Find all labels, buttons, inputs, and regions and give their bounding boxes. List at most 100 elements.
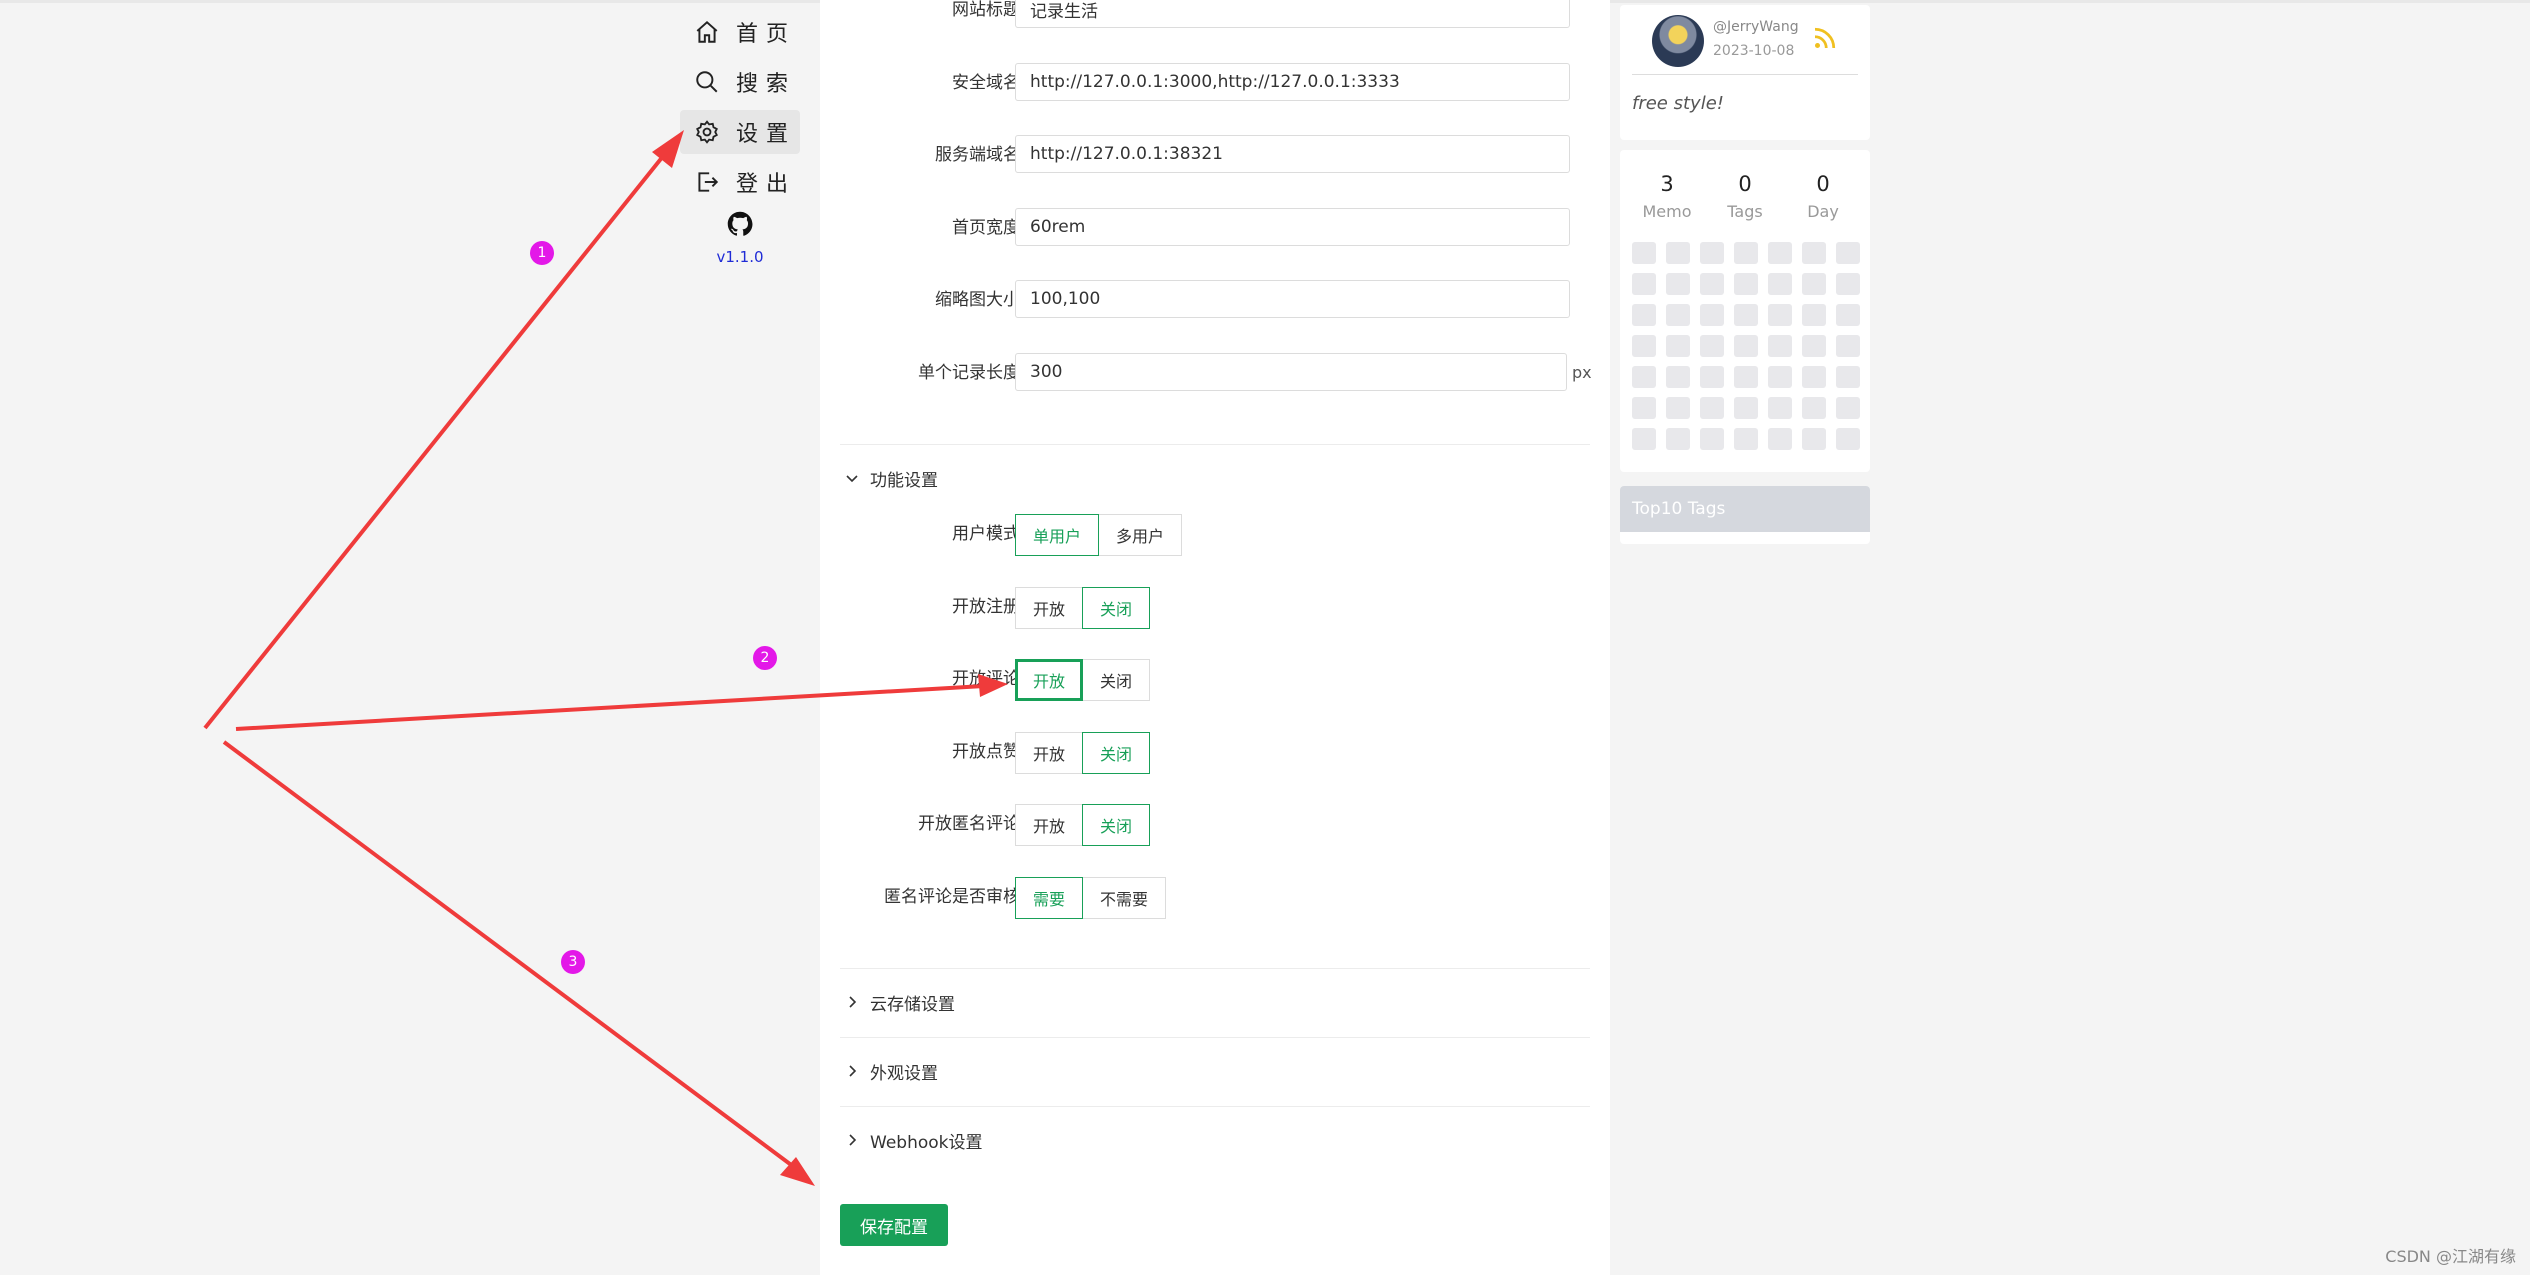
option-close[interactable]: 关闭 xyxy=(1082,659,1151,701)
save-config-button[interactable]: 保存配置 xyxy=(840,1204,948,1246)
heatmap-cell xyxy=(1666,273,1690,295)
heatmap-cell xyxy=(1836,428,1860,450)
avatar[interactable] xyxy=(1652,15,1704,67)
toggle-open-like: 开放点赞 开放 关闭 xyxy=(820,730,1610,774)
heatmap-cell xyxy=(1768,335,1792,357)
segmented-control: 开放 关闭 xyxy=(1015,587,1151,629)
chevron-right-icon xyxy=(849,996,857,1008)
section-cloud-storage[interactable]: 云存储设置 xyxy=(844,987,955,1017)
settings-panel: 网站标题 安全域名 服务端域名 首页宽度 缩略图大小 单个记录长度 px 功能设… xyxy=(820,0,1610,1275)
toggle-label: 开放点赞 xyxy=(952,742,1020,762)
github-link[interactable] xyxy=(680,210,800,238)
heatmap-cell xyxy=(1768,366,1792,388)
nav-item-home[interactable]: 首页 xyxy=(680,10,800,54)
github-icon xyxy=(727,211,753,236)
segmented-control: 单用户 多用户 xyxy=(1015,514,1183,556)
heatmap-grid xyxy=(1632,242,1860,450)
option-multi-user[interactable]: 多用户 xyxy=(1098,514,1183,556)
option-open[interactable]: 开放 xyxy=(1015,732,1084,774)
section-webhook[interactable]: Webhook设置 xyxy=(844,1125,982,1155)
stat-value: 0 xyxy=(1816,172,1830,196)
field-home-width: 首页宽度 xyxy=(820,206,1610,250)
tags-title: Top10 Tags xyxy=(1620,486,1870,532)
record-length-input[interactable] xyxy=(1015,353,1567,391)
safe-domain-input[interactable] xyxy=(1015,63,1570,101)
field-label: 网站标题 xyxy=(952,0,1020,20)
section-title: 外观设置 xyxy=(870,1063,938,1084)
heatmap-cell xyxy=(1700,335,1724,357)
option-single-user[interactable]: 单用户 xyxy=(1015,514,1100,556)
segmented-control: 需要 不需要 xyxy=(1015,877,1167,919)
stats-card: 3 Memo 0 Tags 0 Day xyxy=(1620,150,1870,472)
user-date: 2023-10-08 xyxy=(1713,43,1795,59)
nav-item-logout[interactable]: 登出 xyxy=(680,160,800,204)
stat-label: Tags xyxy=(1727,202,1763,221)
annotation-arrow-1 xyxy=(203,148,670,730)
nav-item-settings[interactable]: 设置 xyxy=(680,110,800,154)
heatmap-cell xyxy=(1734,366,1758,388)
nav-item-label: 搜索 xyxy=(736,72,797,97)
segmented-control: 开放 关闭 xyxy=(1015,732,1151,774)
search-icon xyxy=(696,71,718,93)
option-no-need[interactable]: 不需要 xyxy=(1082,877,1167,919)
heatmap-cell xyxy=(1802,428,1826,450)
annotation-badge-3: 3 xyxy=(561,950,585,974)
server-domain-input[interactable] xyxy=(1015,135,1570,173)
field-safe-domain: 安全域名 xyxy=(820,61,1610,105)
nav-item-label: 首页 xyxy=(736,22,797,47)
heatmap-cell xyxy=(1836,242,1860,264)
option-close[interactable]: 关闭 xyxy=(1082,732,1151,774)
heatmap-cell xyxy=(1632,304,1656,326)
option-close[interactable]: 关闭 xyxy=(1082,587,1151,629)
heatmap-cell xyxy=(1836,397,1860,419)
heatmap-cell xyxy=(1700,366,1724,388)
option-close[interactable]: 关闭 xyxy=(1082,804,1151,846)
section-title: Webhook设置 xyxy=(870,1132,983,1153)
section-appearance[interactable]: 外观设置 xyxy=(844,1056,938,1086)
gear-icon xyxy=(696,120,718,144)
section-feature-settings[interactable]: 功能设置 xyxy=(844,463,938,493)
thumbnail-size-input[interactable] xyxy=(1015,280,1570,318)
rss-icon[interactable] xyxy=(1810,23,1840,53)
chevron-right-icon xyxy=(849,1134,857,1146)
segmented-control: 开放 关闭 xyxy=(1015,804,1151,846)
heatmap-cell xyxy=(1700,242,1724,264)
heatmap-cell xyxy=(1802,242,1826,264)
version-label: v1.1.0 xyxy=(716,248,764,266)
option-open[interactable]: 开放 xyxy=(1015,587,1084,629)
heatmap-cell xyxy=(1768,242,1792,264)
annotation-arrow-3 xyxy=(222,740,800,1172)
annotation-badge-2: 2 xyxy=(753,646,777,670)
site-title-input[interactable] xyxy=(1015,0,1570,28)
field-label: 缩略图大小 xyxy=(935,290,1020,310)
divider xyxy=(840,1037,1590,1038)
heatmap-cell xyxy=(1700,397,1724,419)
segmented-control: 开放 关闭 xyxy=(1015,659,1151,701)
heatmap-cell xyxy=(1768,397,1792,419)
home-width-input[interactable] xyxy=(1015,208,1570,246)
option-need[interactable]: 需要 xyxy=(1015,877,1084,919)
stat-label: Day xyxy=(1807,202,1839,221)
heatmap-cell xyxy=(1632,335,1656,357)
option-open[interactable]: 开放 xyxy=(1015,804,1084,846)
stat-tags: 0 Tags xyxy=(1710,172,1780,221)
watermark: CSDN @江湖有缘 xyxy=(2385,1247,2516,1266)
heatmap-cell xyxy=(1666,242,1690,264)
option-open[interactable]: 开放 xyxy=(1015,659,1084,701)
heatmap-cell xyxy=(1836,366,1860,388)
heatmap-cell xyxy=(1734,335,1758,357)
arrow-head-icon xyxy=(780,1157,815,1186)
heatmap-cell xyxy=(1734,304,1758,326)
heatmap-cell xyxy=(1700,428,1724,450)
nav-item-search[interactable]: 搜索 xyxy=(680,60,800,104)
stat-memo: 3 Memo xyxy=(1632,172,1702,221)
profile-card: @JerryWang 2023-10-08 free style! xyxy=(1620,5,1870,140)
toggle-label: 用户模式 xyxy=(952,524,1020,544)
heatmap-cell xyxy=(1700,273,1724,295)
section-title: 云存储设置 xyxy=(870,994,955,1015)
stat-value: 3 xyxy=(1660,172,1674,196)
heatmap-cell xyxy=(1802,273,1826,295)
toggle-anonymous-comment: 开放匿名评论 开放 关闭 xyxy=(820,802,1610,846)
annotation-badge-1: 1 xyxy=(530,241,554,265)
heatmap-cell xyxy=(1632,397,1656,419)
